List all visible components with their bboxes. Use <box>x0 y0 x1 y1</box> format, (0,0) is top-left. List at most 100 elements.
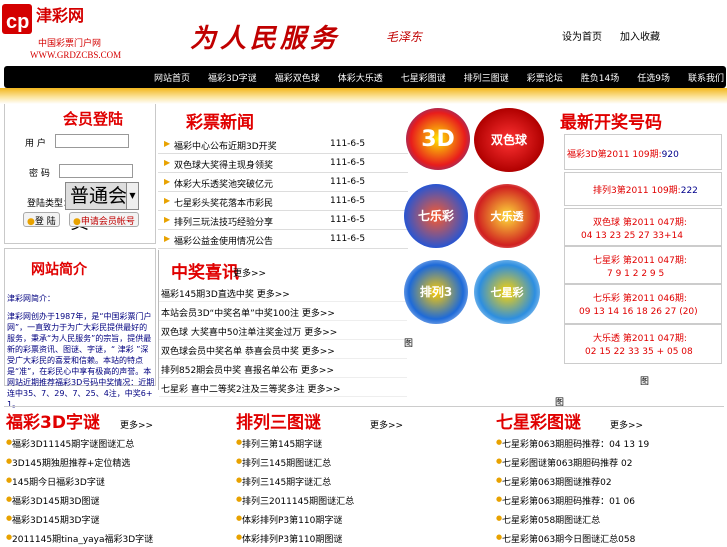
logo-dlt[interactable]: 大乐透 <box>474 184 540 248</box>
prize-row[interactable]: 七星彩 喜中二等奖2注及三等奖多注 更多>> <box>159 379 407 397</box>
draw-row[interactable]: 七星彩 第2011 047期: 7 9 1 2 2 9 5 <box>564 246 722 284</box>
news-title-text[interactable]: 体彩大乐透奖池突破亿元 <box>174 177 273 190</box>
list-item-text[interactable]: 福彩3D145期3D图谜 <box>12 494 100 507</box>
nav-item-9[interactable]: 任选9场 <box>637 71 670 84</box>
logo-pl3[interactable]: 排列3 <box>404 260 468 324</box>
list-item-text[interactable]: 七星彩第063期今日图谜汇总058 <box>502 532 635 545</box>
prize-row-more[interactable]: 更多>> <box>307 385 340 395</box>
username-field[interactable] <box>55 134 129 148</box>
list-item-text[interactable]: 七星彩第063期胆码推荐：01 06 <box>502 494 635 507</box>
news-row[interactable]: ▶ 七星彩头奖花落本市彩民 111-6-5 <box>158 193 408 211</box>
logo-7lc[interactable]: 七乐彩 <box>404 184 468 248</box>
list-item-text[interactable]: 2011145期tina_yaya福彩3D字谜 <box>12 532 153 545</box>
chevron-down-icon[interactable]: ▼ <box>126 183 138 209</box>
list-item[interactable]: ● 145期今日福彩3D字谜 <box>6 472 236 490</box>
list-item-text[interactable]: 七星彩第058期图谜汇总 <box>502 513 600 526</box>
news-title-text[interactable]: 双色球大奖得主现身领奖 <box>174 158 273 171</box>
draw-row[interactable]: 七乐彩 第2011 046期: 09 13 14 16 18 26 27 (20… <box>564 284 722 324</box>
logo-7xc[interactable]: 七星彩 <box>474 260 540 324</box>
news-title-text[interactable]: 排列三玩法技巧经验分享 <box>174 215 273 228</box>
news-row[interactable]: ▶ 福彩公益金使用情况公告 111-6-5 <box>158 231 408 249</box>
list-item[interactable]: ● 福彩3D11145期字谜图谜汇总 <box>6 434 236 452</box>
list-item[interactable]: ● 排列三第145期字谜 <box>236 434 466 452</box>
list-item[interactable]: ● 七星彩第063期图谜推荐02 <box>496 472 726 490</box>
prize-text[interactable]: 本站会员3D“中奖名单”中奖100注 <box>161 309 299 319</box>
prize-row-more[interactable]: 更多>> <box>304 328 337 338</box>
list-item[interactable]: ● 七星彩第058期图谜汇总 <box>496 510 726 528</box>
login-button[interactable]: ●登 陆 <box>23 212 60 227</box>
nav-item-dlt[interactable]: 体彩大乐透 <box>338 71 383 84</box>
news-row[interactable]: ▶ 双色球大奖得主现身领奖 111-6-5 <box>158 155 408 173</box>
list-item-text[interactable]: 七星彩第063期胆码推荐：04 13 19 <box>502 437 649 450</box>
list-item-text[interactable]: 排列三第145期字谜 <box>242 437 322 450</box>
prize-text[interactable]: 七星彩 喜中二等奖2注及三等奖多注 <box>161 385 305 395</box>
draw-row[interactable]: 大乐透 第2011 047期: 02 15 22 33 35 + 05 08 <box>564 324 722 364</box>
list-item-text[interactable]: 福彩3D145期3D字谜 <box>12 513 100 526</box>
draw-row[interactable]: 排列3第2011 109期:222 <box>564 172 722 206</box>
prize-text[interactable]: 双色球会员中奖名单 恭喜会员中奖 <box>161 347 299 357</box>
prize-row-more[interactable]: 更多>> <box>301 366 334 376</box>
list-item-text[interactable]: 体彩排列P3第110期字谜 <box>242 513 342 526</box>
nav-item-3d[interactable]: 福彩3D字谜 <box>208 71 257 84</box>
prize-text[interactable]: 排列852期会员中奖 喜报名单公布 <box>161 366 298 376</box>
nav-item-7xc[interactable]: 七星彩图谜 <box>401 71 446 84</box>
list-item[interactable]: ● 七星彩第063期今日图谜汇总058 <box>496 529 726 547</box>
list-item-text[interactable]: 3D145期独胆推荐+定位精选 <box>12 456 130 469</box>
prize-text[interactable]: 福彩145期3D直选中奖 <box>161 290 254 300</box>
prize-row[interactable]: 福彩145期3D直选中奖 更多>> <box>159 284 407 302</box>
prize-row[interactable]: 本站会员3D“中奖名单”中奖100注 更多>> <box>159 303 407 321</box>
list-item-text[interactable]: 排列三145期图谜汇总 <box>242 456 331 469</box>
set-homepage-link[interactable]: 设为首页 <box>562 28 602 43</box>
list-item[interactable]: ● 福彩3D145期3D图谜 <box>6 491 236 509</box>
register-button[interactable]: ●申请会员帐号 <box>69 212 139 227</box>
list-item-text[interactable]: 体彩排列P3第110期图谜 <box>242 532 342 545</box>
list-item-text[interactable]: 排列三145期字谜汇总 <box>242 475 331 488</box>
nav-item-ssq[interactable]: 福彩双色球 <box>275 71 320 84</box>
column-more-link[interactable]: 更多>> <box>370 418 403 431</box>
prize-row-more[interactable]: 更多>> <box>257 290 290 300</box>
list-item[interactable]: ● 排列三145期图谜汇总 <box>236 453 466 471</box>
news-row[interactable]: ▶ 体彩大乐透奖池突破亿元 111-6-5 <box>158 174 408 192</box>
site-logo[interactable]: cp 津彩网 中国彩票门户网 WWW.GRDZCBS.COM <box>0 0 140 64</box>
logo-3d[interactable]: 3D <box>406 108 470 170</box>
prize-text[interactable]: 双色球 大奖喜中50注单注奖金过万 <box>161 328 301 338</box>
nav-item-home[interactable]: 网站首页 <box>154 71 190 84</box>
login-type-select[interactable]: 普通会员 ▼ <box>65 182 139 233</box>
list-item-text[interactable]: 七星彩第063期图谜推荐02 <box>502 475 612 488</box>
news-row[interactable]: ▶ 排列三玩法技巧经验分享 111-6-5 <box>158 212 408 230</box>
add-favorite-link[interactable]: 加入收藏 <box>620 28 660 43</box>
list-item[interactable]: ● 福彩3D145期3D字谜 <box>6 510 236 528</box>
column-more-link[interactable]: 更多>> <box>610 418 643 431</box>
list-item-text[interactable]: 145期今日福彩3D字谜 <box>12 475 105 488</box>
draw-row[interactable]: 双色球 第2011 047期: 04 13 23 25 27 33+14 <box>564 208 722 246</box>
prize-more-link[interactable]: 更多>> <box>233 266 266 279</box>
news-title-text[interactable]: 福彩公益金使用情况公告 <box>174 234 273 247</box>
prize-row[interactable]: 排列852期会员中奖 喜报名单公布 更多>> <box>159 360 407 378</box>
logo-ssq[interactable]: 双色球 <box>474 108 544 172</box>
prize-row-more[interactable]: 更多>> <box>302 309 335 319</box>
list-item[interactable]: ● 排列三2011145期图谜汇总 <box>236 491 466 509</box>
list-item-text[interactable]: 福彩3D11145期字谜图谜汇总 <box>12 437 134 450</box>
news-title-text[interactable]: 福彩中心公布近期3D开奖 <box>174 139 277 152</box>
list-item[interactable]: ● 七星彩第063期胆码推荐：01 06 <box>496 491 726 509</box>
prize-row[interactable]: 双色球 大奖喜中50注单注奖金过万 更多>> <box>159 322 407 340</box>
list-item-text[interactable]: 七星彩图谜第063期胆码推荐 02 <box>502 456 633 469</box>
list-item[interactable]: ● 体彩排列P3第110期图谜 <box>236 529 466 547</box>
prize-row[interactable]: 双色球会员中奖名单 恭喜会员中奖 更多>> <box>159 341 407 359</box>
news-row[interactable]: ▶ 福彩中心公布近期3D开奖 111-6-5 <box>158 136 408 154</box>
list-item[interactable]: ● 3D145期独胆推荐+定位精选 <box>6 453 236 471</box>
draw-row[interactable]: 福彩3D第2011 109期:920 <box>564 134 722 170</box>
list-item[interactable]: ● 2011145期tina_yaya福彩3D字谜 <box>6 529 236 547</box>
list-item[interactable]: ● 七星彩图谜第063期胆码推荐 02 <box>496 453 726 471</box>
prize-row-more[interactable]: 更多>> <box>302 347 335 357</box>
password-field[interactable] <box>59 164 133 178</box>
nav-item-forum[interactable]: 彩票论坛 <box>527 71 563 84</box>
list-item-text[interactable]: 排列三2011145期图谜汇总 <box>242 494 354 507</box>
list-item[interactable]: ● 七星彩第063期胆码推荐：04 13 19 <box>496 434 726 452</box>
nav-item-contact[interactable]: 联系我们 <box>688 71 724 84</box>
list-item[interactable]: ● 排列三145期字谜汇总 <box>236 472 466 490</box>
column-more-link[interactable]: 更多>> <box>120 418 153 431</box>
nav-item-14[interactable]: 胜负14场 <box>581 71 619 84</box>
news-title-text[interactable]: 七星彩头奖花落本市彩民 <box>174 196 273 209</box>
list-item[interactable]: ● 体彩排列P3第110期字谜 <box>236 510 466 528</box>
